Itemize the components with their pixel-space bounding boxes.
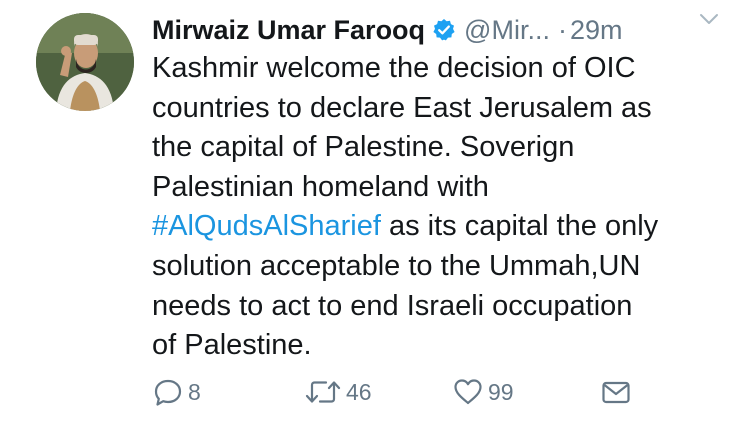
direct-message-button[interactable] [600, 372, 632, 412]
heart-icon [452, 376, 484, 408]
retweet-button[interactable]: 46 [304, 372, 372, 412]
like-count: 99 [488, 378, 514, 405]
header-separator: · [557, 14, 567, 45]
chevron-down-icon[interactable] [698, 8, 720, 30]
tweet-timestamp[interactable]: 29m [570, 15, 623, 46]
tweet-text-fragment: as its capital the only [380, 210, 659, 243]
verified-badge-icon [432, 18, 456, 42]
tweet-card[interactable]: Mirwaiz Umar Farooq @Mir... · 29m Kashmi… [0, 0, 750, 430]
retweet-icon [304, 376, 342, 408]
tweet-text-line: needs to act to end Israeli occupation [152, 289, 633, 322]
tweet-text-line: solution acceptable to the Ummah,UN [152, 249, 641, 282]
tweet-text-line: the capital of Palestine. Soverign [152, 131, 575, 164]
tweet-text: Kashmir welcome the decision of OIC coun… [152, 49, 737, 366]
tweet-text-line: Palestinian homeland with [152, 170, 489, 203]
retweet-count: 46 [346, 378, 372, 405]
reply-button[interactable]: 8 [152, 372, 201, 412]
hashtag-link[interactable]: #AlQudsAlSharief [152, 210, 381, 242]
tweet-text-line: of Palestine. [152, 329, 312, 362]
tweet-header: Mirwaiz Umar Farooq @Mir... · 29m [152, 12, 742, 48]
like-button[interactable]: 99 [452, 372, 514, 412]
envelope-icon [600, 376, 632, 408]
tweet-text-line-hashtag: #AlQudsAlSharief as its capital the only [152, 207, 737, 247]
author-name[interactable]: Mirwaiz Umar Farooq [152, 15, 425, 46]
tweet-text-line: Kashmir welcome the decision of OIC [152, 52, 636, 84]
author-handle[interactable]: @Mir... [464, 15, 550, 46]
tweet-actions: 8 46 99 [152, 372, 750, 412]
reply-icon [152, 376, 184, 408]
reply-count: 8 [188, 378, 201, 405]
tweet-text-line: countries to declare East Jerusalem as [152, 91, 652, 124]
avatar[interactable] [36, 13, 134, 111]
